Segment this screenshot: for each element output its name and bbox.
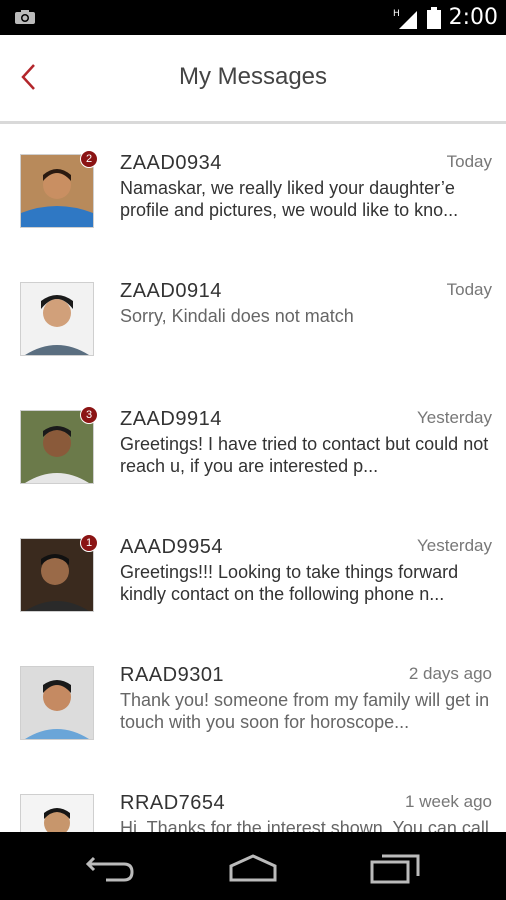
- home-icon[interactable]: [228, 850, 278, 884]
- battery-icon: [426, 6, 441, 29]
- svg-text:H: H: [393, 9, 400, 19]
- clock: 2:00: [448, 5, 498, 30]
- unread-badge: 3: [80, 406, 98, 424]
- message-preview: Sorry, Kindali does not match: [120, 306, 354, 326]
- status-bar: H 2:00: [0, 0, 506, 35]
- message-preview: Greetings!!! Looking to take things forw…: [120, 562, 459, 604]
- message-time: 2 days ago: [408, 664, 492, 683]
- signal-icon: H: [393, 9, 417, 29]
- unread-badge: 2: [80, 150, 98, 168]
- profile-id: RRAD7654: [120, 792, 226, 814]
- message-preview: Namaskar, we really liked your daughter’…: [120, 178, 459, 220]
- message-time: Yesterday: [417, 536, 492, 555]
- message-row[interactable]: RAAD9301 2 days ago Thank you! someone f…: [0, 636, 506, 765]
- camera-icon: [15, 10, 35, 24]
- profile-id: ZAAD0914: [120, 280, 222, 302]
- navigation-bar: [0, 832, 506, 900]
- app-bar: My Messages: [0, 35, 506, 124]
- message-time: Yesterday: [417, 408, 492, 427]
- message-time: 1 week ago: [405, 792, 492, 811]
- avatar: [20, 794, 94, 832]
- avatar: [20, 282, 94, 356]
- message-row[interactable]: 3 ZAAD9914 Yesterday Greetings! I have t…: [0, 380, 506, 509]
- message-list[interactable]: 2 ZAAD0934 Today Namaskar, we really lik…: [0, 124, 506, 832]
- message-time: Today: [446, 280, 492, 299]
- profile-id: AAAD9954: [120, 536, 223, 558]
- recent-apps-icon[interactable]: [370, 850, 420, 884]
- profile-id: ZAAD9914: [120, 408, 222, 430]
- page-title: My Messages: [178, 63, 328, 90]
- message-row[interactable]: RRAD7654 1 week ago Hi, Thanks for the i…: [0, 764, 506, 832]
- unread-badge: 1: [80, 534, 98, 552]
- message-preview: Greetings! I have tried to contact but c…: [120, 434, 489, 476]
- message-time: Today: [446, 152, 492, 171]
- profile-id: ZAAD0934: [120, 152, 222, 174]
- message-preview: Thank you! someone from my family will g…: [120, 690, 490, 732]
- back-nav-icon[interactable]: [86, 850, 136, 884]
- message-preview: Hi, Thanks for the interest shown. You c…: [120, 818, 489, 832]
- message-row[interactable]: ZAAD0914 Today Sorry, Kindali does not m…: [0, 252, 506, 381]
- avatar: [20, 666, 94, 740]
- profile-id: RAAD9301: [120, 664, 225, 686]
- message-row[interactable]: 1 AAAD9954 Yesterday Greetings!!! Lookin…: [0, 508, 506, 637]
- message-row[interactable]: 2 ZAAD0934 Today Namaskar, we really lik…: [0, 124, 506, 253]
